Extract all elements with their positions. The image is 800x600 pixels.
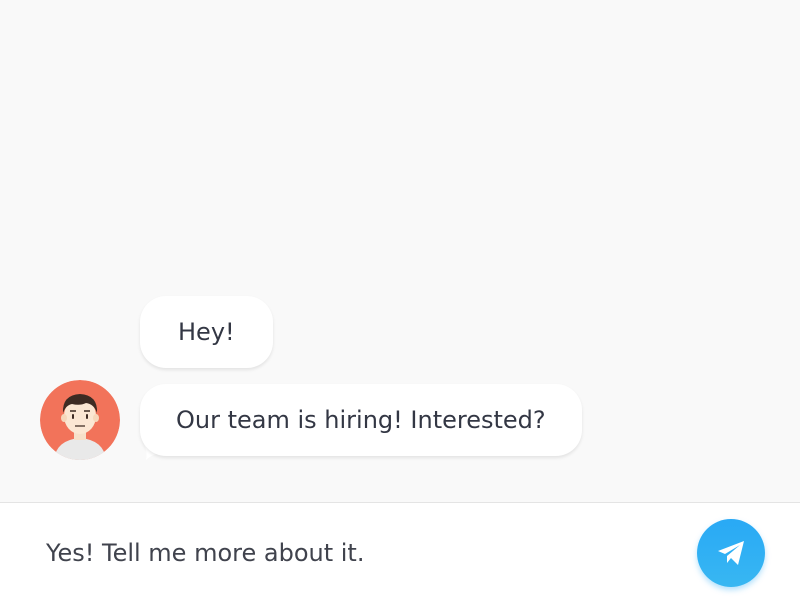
message-text: Hey! — [178, 318, 235, 346]
avatar[interactable] — [40, 380, 120, 460]
message-composer: Yes! Tell me more about it. — [0, 502, 800, 600]
paper-plane-icon — [718, 541, 744, 565]
chat-area: Hey! Our team is hiring! Interested? — [0, 0, 800, 502]
send-button[interactable] — [697, 519, 765, 587]
person-avatar-icon — [40, 380, 120, 460]
message-bubble: Hey! — [140, 296, 273, 368]
message-input[interactable]: Yes! Tell me more about it. — [46, 533, 364, 573]
message-bubble: Our team is hiring! Interested? — [140, 384, 582, 456]
message-text: Our team is hiring! Interested? — [176, 406, 546, 434]
